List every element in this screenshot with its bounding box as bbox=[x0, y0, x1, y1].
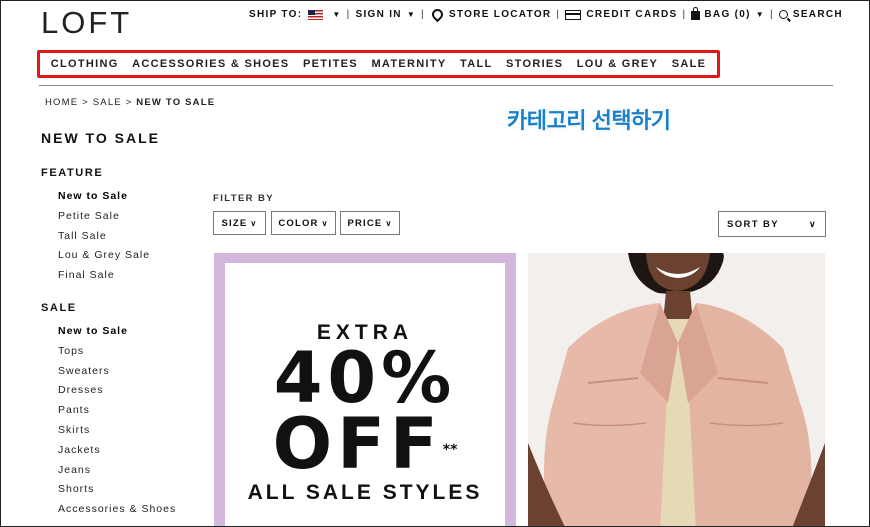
nav-item-maternity[interactable]: MATERNITY bbox=[371, 58, 446, 70]
annotation-caption: 카테고리 선택하기 bbox=[507, 108, 671, 133]
sign-in-link[interactable]: SIGN IN bbox=[356, 9, 402, 20]
nav-item-stories[interactable]: STORIES bbox=[506, 58, 563, 70]
sidebar-item-pants[interactable]: Pants bbox=[58, 401, 176, 421]
credit-cards-link[interactable]: CREDIT CARDS bbox=[586, 9, 677, 20]
promo-off-text: OFF bbox=[272, 403, 443, 485]
breadcrumb-home[interactable]: HOME bbox=[45, 97, 78, 108]
sidebar-item-petite-sale[interactable]: Petite Sale bbox=[58, 207, 150, 227]
search-link[interactable]: SEARCH bbox=[793, 9, 843, 20]
shopping-bag-icon bbox=[691, 7, 701, 20]
sort-by-label: SORT BY bbox=[727, 218, 780, 230]
promo-content: EXTRA 40% OFF** ALL SALE STYLES bbox=[225, 263, 505, 526]
breadcrumb-separator: > bbox=[125, 97, 133, 108]
promo-all-sale-styles: ALL SALE STYLES bbox=[247, 481, 483, 504]
nav-item-tall[interactable]: TALL bbox=[460, 58, 493, 70]
filter-by-label: FILTER BY bbox=[213, 193, 274, 204]
nav-item-accessories-shoes[interactable]: ACCESSORIES & SHOES bbox=[132, 58, 289, 70]
page-title: NEW TO SALE bbox=[41, 130, 160, 146]
sidebar-item-final-sale[interactable]: Final Sale bbox=[58, 266, 150, 286]
size-filter-label: SIZE bbox=[221, 217, 248, 229]
sidebar-item-tall-sale[interactable]: Tall Sale bbox=[58, 227, 150, 247]
sidebar-item-shorts[interactable]: Shorts bbox=[58, 480, 176, 500]
chevron-down-icon: ∨ bbox=[385, 218, 393, 228]
color-filter-button[interactable]: COLOR ∨ bbox=[271, 211, 336, 235]
us-flag-icon[interactable] bbox=[308, 9, 324, 20]
sort-by-dropdown[interactable]: SORT BY ∨ bbox=[718, 211, 826, 237]
chevron-down-icon[interactable]: ▼ bbox=[332, 10, 341, 19]
nav-item-clothing[interactable]: CLOTHING bbox=[51, 58, 119, 70]
sidebar-item-jeans[interactable]: Jeans bbox=[58, 461, 176, 481]
chevron-down-icon: ∨ bbox=[250, 218, 258, 228]
price-filter-button[interactable]: PRICE ∨ bbox=[340, 211, 400, 235]
chevron-down-icon: ∨ bbox=[321, 218, 329, 228]
color-filter-label: COLOR bbox=[278, 217, 319, 229]
utility-bar: SHIP TO: ▼ | SIGN IN ▼ | STORE LOCATOR |… bbox=[249, 6, 859, 23]
search-icon[interactable] bbox=[778, 10, 788, 19]
nav-item-sale[interactable]: SALE bbox=[672, 58, 707, 70]
sidebar-item-dresses[interactable]: Dresses bbox=[58, 381, 176, 401]
model-in-pink-jacket-icon bbox=[528, 253, 825, 526]
sidebar-item-new-to-sale[interactable]: New to Sale bbox=[58, 322, 176, 342]
promo-banner[interactable]: EXTRA 40% OFF** ALL SALE STYLES bbox=[214, 253, 516, 526]
store-locator-link[interactable]: STORE LOCATOR bbox=[449, 9, 551, 20]
breadcrumb-separator: > bbox=[82, 97, 89, 108]
sidebar-item-accessories-shoes[interactable]: Accessories & Shoes bbox=[58, 500, 176, 520]
nav-divider bbox=[39, 85, 833, 86]
price-filter-label: PRICE bbox=[347, 217, 383, 229]
breadcrumb-current: NEW TO SALE bbox=[136, 97, 216, 108]
chevron-down-icon[interactable]: ▼ bbox=[756, 10, 765, 19]
sale-heading: SALE bbox=[41, 302, 77, 314]
page-frame: LOFT SHIP TO: ▼ | SIGN IN ▼ | STORE LOCA… bbox=[0, 0, 870, 527]
sidebar-item-lou-grey-sale[interactable]: Lou & Grey Sale bbox=[58, 246, 150, 266]
breadcrumb: HOME > SALE > NEW TO SALE bbox=[45, 97, 215, 108]
promo-footnote-mark: ** bbox=[442, 442, 458, 458]
bag-link[interactable]: BAG (0) bbox=[704, 9, 750, 20]
loft-logo[interactable]: LOFT bbox=[41, 5, 132, 41]
chevron-down-icon: ∨ bbox=[809, 218, 817, 229]
feature-list: New to Sale Petite Sale Tall Sale Lou & … bbox=[58, 187, 150, 286]
nav-item-petites[interactable]: PETITES bbox=[303, 58, 358, 70]
credit-card-icon bbox=[565, 9, 582, 20]
location-pin-icon bbox=[429, 6, 446, 23]
sale-list: New to Sale Tops Sweaters Dresses Pants … bbox=[58, 322, 176, 520]
main-category-nav: CLOTHING ACCESSORIES & SHOES PETITES MAT… bbox=[37, 50, 720, 78]
sidebar-item-tops[interactable]: Tops bbox=[58, 342, 176, 362]
product-image[interactable] bbox=[528, 253, 825, 526]
promo-off: OFF** bbox=[225, 409, 505, 479]
nav-item-lou-grey[interactable]: LOU & GREY bbox=[577, 58, 658, 70]
promo-percent: 40% bbox=[273, 337, 457, 419]
sidebar-item-new-to-sale[interactable]: New to Sale bbox=[58, 187, 150, 207]
ship-to-label: SHIP TO: bbox=[249, 9, 303, 20]
breadcrumb-sale[interactable]: SALE bbox=[93, 97, 122, 108]
chevron-down-icon[interactable]: ▼ bbox=[407, 10, 416, 19]
sidebar-item-sweaters[interactable]: Sweaters bbox=[58, 362, 176, 382]
feature-heading: FEATURE bbox=[41, 167, 104, 179]
sidebar-item-jackets[interactable]: Jackets bbox=[58, 441, 176, 461]
size-filter-button[interactable]: SIZE ∨ bbox=[213, 211, 266, 235]
sidebar-item-skirts[interactable]: Skirts bbox=[58, 421, 176, 441]
